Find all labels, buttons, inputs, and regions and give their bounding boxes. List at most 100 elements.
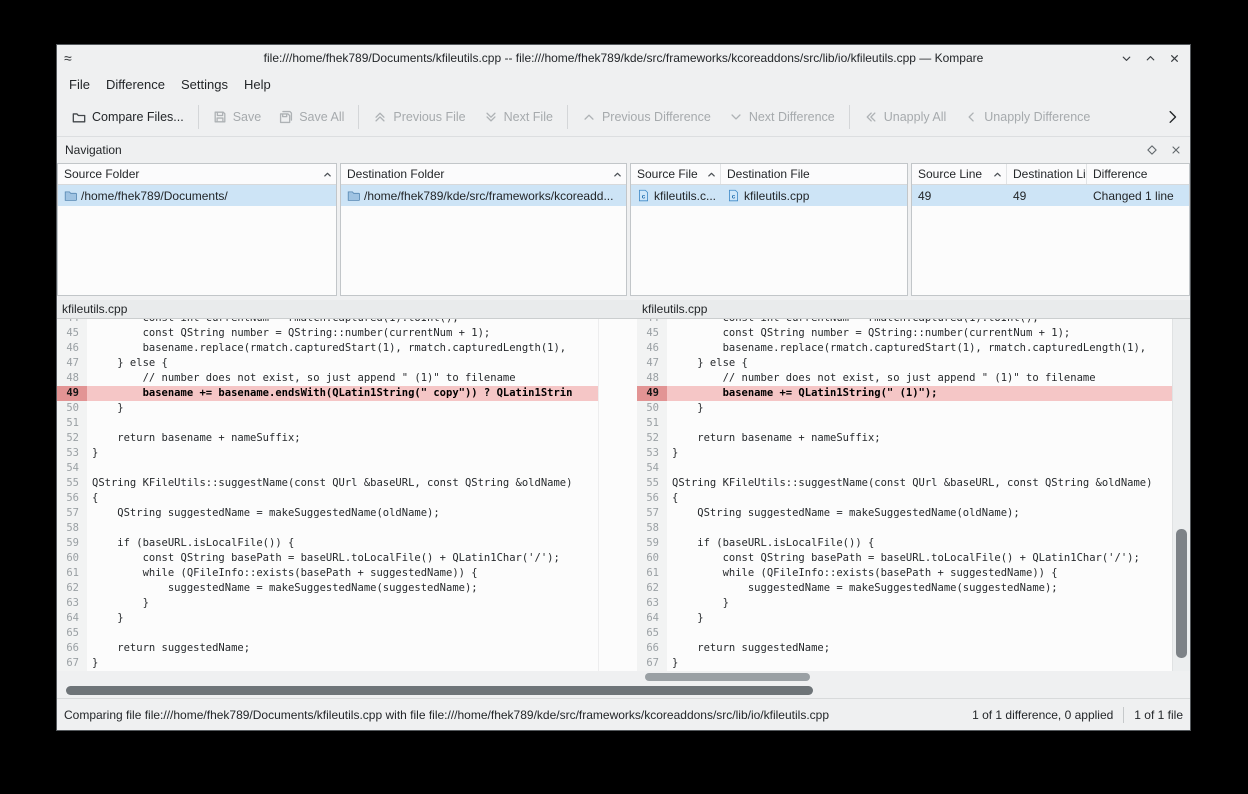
- line-text: suggestedName = makeSuggestedName(sugges…: [87, 581, 478, 596]
- column-header-source-folder[interactable]: Source Folder: [58, 164, 336, 184]
- line-number: 60: [57, 551, 87, 566]
- line-number: 55: [57, 476, 87, 491]
- nav-row-source-folder[interactable]: /home/fhek789/Documents/: [58, 185, 336, 206]
- code-line-65: 65: [637, 626, 1172, 641]
- dock-close-button[interactable]: [1170, 144, 1182, 156]
- toolbar-items: Compare Files...SaveSave AllPrevious Fil…: [63, 104, 1099, 130]
- right-pane-horizontal-scrollbar-thumb[interactable]: [645, 673, 810, 681]
- column-header-source-file[interactable]: Source File: [631, 164, 721, 184]
- status-files: 1 of 1 file: [1134, 708, 1183, 722]
- left-pane-header: kfileutils.cpp: [57, 300, 637, 319]
- code-line-66: 66 return suggestedName;: [57, 641, 598, 656]
- nav-row-lines[interactable]: 4949Changed 1 line: [912, 185, 1189, 206]
- line-text: // number does not exist, so just append…: [667, 371, 1096, 386]
- code-line-67: 67}: [637, 656, 1172, 671]
- line-number: 50: [57, 401, 87, 416]
- line-text: return basename + nameSuffix;: [667, 431, 881, 446]
- menu-item-file[interactable]: File: [61, 73, 98, 96]
- toolbar-button-next-file: Next File: [475, 104, 562, 130]
- toolbar-button-label: Next Difference: [749, 110, 835, 124]
- menu-item-difference[interactable]: Difference: [98, 73, 173, 96]
- line-number: 52: [637, 431, 667, 446]
- right-pane-horizontal-scrollbar[interactable]: [637, 671, 1172, 683]
- titlebar[interactable]: ≈ file:///home/fhek789/Documents/kfileut…: [57, 45, 1190, 71]
- line-text: }: [87, 611, 124, 626]
- nav-panel-lines: Source LineDestination Line Difference 494…: [911, 163, 1190, 296]
- dock-float-button[interactable]: [1146, 144, 1158, 156]
- folder-compare-icon: [72, 110, 86, 124]
- line-text: basename += basename.endsWith(QLatin1Str…: [87, 386, 572, 401]
- toolbar-separator: [198, 105, 199, 129]
- window-controls: [1114, 47, 1190, 69]
- window-maximize-button[interactable]: [1138, 47, 1162, 69]
- line-text: [87, 626, 92, 641]
- line-number: 59: [57, 536, 87, 551]
- window-close-button[interactable]: [1162, 47, 1186, 69]
- window-minimize-button[interactable]: [1114, 47, 1138, 69]
- toolbar-button-label: Unapply Difference: [984, 110, 1090, 124]
- vertical-scrollbar-thumb[interactable]: [1176, 529, 1187, 658]
- sort-ascending-icon: [993, 170, 1002, 179]
- code-line-61: 61 while (QFileInfo::exists(basePath + s…: [57, 566, 598, 581]
- toolbar-button-compare-files[interactable]: Compare Files...: [63, 104, 193, 130]
- line-text: suggestedName = makeSuggestedName(sugges…: [667, 581, 1058, 596]
- code-lines: 44 const int currentNum = rmatch.capture…: [57, 319, 598, 671]
- code-line-62: 62 suggestedName = makeSuggestedName(sug…: [637, 581, 1172, 596]
- line-number: 48: [637, 371, 667, 386]
- column-header-destination-line[interactable]: Destination Line: [1007, 164, 1087, 184]
- line-number: 46: [637, 341, 667, 356]
- line-number: 45: [637, 326, 667, 341]
- menu-item-settings[interactable]: Settings: [173, 73, 236, 96]
- line-text: QString KFileUtils::suggestName(const QU…: [667, 476, 1152, 491]
- navigation-dock-title: Navigation: [65, 143, 122, 157]
- line-text: basename.replace(rmatch.capturedStart(1)…: [87, 341, 566, 356]
- save-all-icon: [279, 110, 293, 124]
- code-line-49-changed[interactable]: 49 basename += QLatin1String(" (1)");: [637, 386, 1172, 401]
- nav-row-destination-folder[interactable]: /home/fhek789/kde/src/frameworks/kcoread…: [341, 185, 626, 206]
- line-text: }: [667, 446, 678, 461]
- nav-cell-text: 49: [1013, 189, 1026, 203]
- left-code-pane[interactable]: 44 const int currentNum = rmatch.capture…: [57, 319, 598, 671]
- line-number: 52: [57, 431, 87, 446]
- column-header-label: Destination File: [727, 167, 810, 181]
- line-number: 61: [57, 566, 87, 581]
- line-text: } else {: [667, 356, 748, 371]
- code-lines: 44 const int currentNum = rmatch.capture…: [637, 319, 1172, 671]
- status-differences: 1 of 1 difference, 0 applied: [972, 708, 1113, 722]
- code-line-54: 54: [637, 461, 1172, 476]
- toolbar-overflow-button[interactable]: [1161, 105, 1184, 128]
- line-text: [87, 521, 92, 536]
- code-line-56: 56{: [57, 491, 598, 506]
- vertical-scrollbar[interactable]: [1172, 319, 1190, 671]
- line-text: }: [87, 401, 124, 416]
- status-separator: [1123, 707, 1124, 723]
- column-header-destination-file[interactable]: Destination File: [721, 164, 907, 184]
- column-header-label: Difference: [1093, 167, 1147, 181]
- line-text: {: [87, 491, 98, 506]
- right-code-pane[interactable]: 44 const int currentNum = rmatch.capture…: [637, 319, 1172, 671]
- nav-cell-text: kfileutils.c...: [654, 189, 716, 203]
- nav-row-files[interactable]: ckfileutils.c...ckfileutils.cpp: [631, 185, 907, 206]
- horizontal-scrollbar-thumb[interactable]: [66, 686, 813, 695]
- toolbar-button-label: Save All: [299, 110, 344, 124]
- column-header-label: Source File: [637, 167, 698, 181]
- line-text: if (baseURL.isLocalFile()) {: [87, 536, 294, 551]
- column-header-source-line[interactable]: Source Line: [912, 164, 1007, 184]
- toolbar: Compare Files...SaveSave AllPrevious Fil…: [57, 97, 1190, 137]
- nav-panel-destination-folder: Destination Folder/home/fhek789/kde/src/…: [340, 163, 627, 296]
- column-header-destination-folder[interactable]: Destination Folder: [341, 164, 626, 184]
- line-number: 54: [57, 461, 87, 476]
- code-line-51: 51: [637, 416, 1172, 431]
- line-text: const QString number = QString::number(c…: [667, 326, 1070, 341]
- toolbar-button-unapply-all: Unapply All: [855, 104, 956, 130]
- svg-text:c: c: [642, 193, 646, 200]
- horizontal-scrollbar[interactable]: [57, 683, 1190, 698]
- code-line-49-changed[interactable]: 49 basename += basename.endsWith(QLatin1…: [57, 386, 598, 401]
- menu-item-help[interactable]: Help: [236, 73, 279, 96]
- line-text: // number does not exist, so just append…: [87, 371, 516, 386]
- line-text: const QString basePath = baseURL.toLocal…: [87, 551, 560, 566]
- nav-cell: /home/fhek789/kde/src/frameworks/kcoread…: [341, 185, 626, 206]
- nav-panel-files: Source File Destination File c kfileutils.c…: [630, 163, 908, 296]
- chevron-down-icon: [729, 110, 743, 124]
- column-header-difference[interactable]: Difference: [1087, 164, 1189, 184]
